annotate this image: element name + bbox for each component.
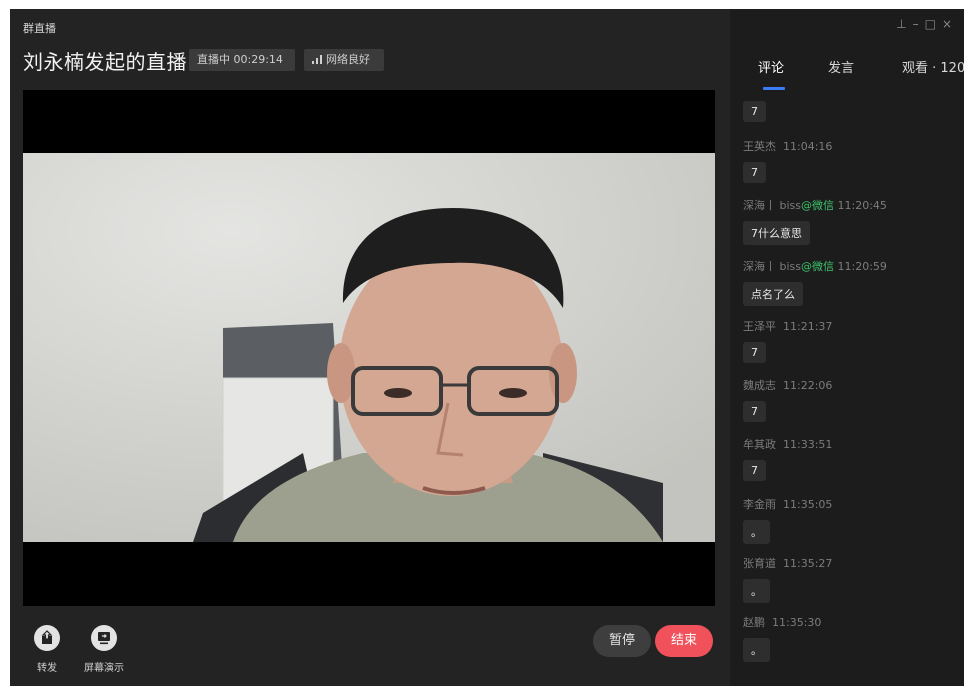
screen-share-button[interactable]: 屏幕演示 [82, 625, 126, 674]
comment-text: 7什么意思 [743, 221, 810, 245]
comment-meta: 赵鹏 11:35:30 [743, 614, 821, 630]
maximize-icon[interactable]: □ [925, 17, 942, 31]
comment-user: 张育道 [743, 557, 776, 570]
camera-feed [23, 153, 715, 542]
comment-text: 。 [743, 579, 770, 603]
comment-item: 赵鹏 11:35:30 。 [743, 614, 821, 662]
screen-share-label: 屏幕演示 [84, 663, 124, 674]
pause-button[interactable]: 暂停 [593, 625, 651, 657]
comment-user: 牟其政 [743, 438, 776, 451]
comment-user: 赵鹏 [743, 616, 765, 629]
share-label: 转发 [37, 663, 57, 674]
comment-time: 11:22:06 [783, 379, 833, 392]
share-button[interactable]: 转发 [25, 625, 69, 674]
comment-text: 点名了么 [743, 282, 803, 306]
comment-time: 11:04:16 [783, 140, 833, 153]
comment-text: 7 [743, 342, 766, 363]
comment-user: 深海丨 biss [743, 260, 801, 273]
minimize-icon[interactable]: – [913, 17, 925, 31]
comment-time: 11:20:45 [837, 199, 887, 212]
comment-time: 11:35:30 [772, 616, 822, 629]
pin-icon[interactable]: ⊥ [896, 17, 912, 31]
side-panel: ⊥–□× 评论 发言 观看 · 120 7 王英杰 11:04:16 7 深海丨… [730, 9, 964, 686]
comment-meta: 李金雨 11:35:05 [743, 496, 832, 512]
video-player[interactable] [23, 90, 715, 606]
comment-user: 李金雨 [743, 498, 776, 511]
tab-viewers[interactable]: 观看 · 120 [902, 57, 964, 76]
end-live-button[interactable]: 结束 [655, 625, 713, 657]
share-icon [34, 625, 60, 651]
comment-time: 11:35:05 [783, 498, 833, 511]
comment-item: 李金雨 11:35:05 。 [743, 496, 832, 544]
camera-feed-image [23, 153, 715, 542]
comment-source: @微信 [801, 199, 834, 212]
comment-text: 7 [743, 101, 766, 122]
comment-text: 7 [743, 460, 766, 481]
comment-item: 王泽平 11:21:37 7 [743, 318, 832, 363]
live-status-badge: 直播中 00:29:14 [189, 49, 295, 71]
live-title: 刘永楠发起的直播 [23, 50, 187, 74]
comment-user: 王泽平 [743, 320, 776, 333]
network-status-label: 网络良好 [326, 53, 370, 66]
comment-item: 牟其政 11:33:51 7 [743, 436, 832, 481]
comment-meta: 深海丨 biss@微信 11:20:59 [743, 258, 887, 274]
comment-meta: 王英杰 11:04:16 [743, 138, 832, 154]
app-title: 群直播 [23, 22, 56, 35]
window-controls: ⊥–□× [896, 17, 958, 31]
network-status-badge: 网络良好 [304, 49, 384, 71]
active-tab-indicator [763, 87, 785, 90]
comment-item: 7 [743, 101, 766, 122]
comment-user: 王英杰 [743, 140, 776, 153]
tab-speak[interactable]: 发言 [828, 57, 854, 76]
comment-meta: 王泽平 11:21:37 [743, 318, 832, 334]
comment-item: 魏成志 11:22:06 7 [743, 377, 832, 422]
comment-time: 11:33:51 [783, 438, 833, 451]
screen-share-icon [91, 625, 117, 651]
close-icon[interactable]: × [942, 17, 958, 31]
comment-meta: 魏成志 11:22:06 [743, 377, 832, 393]
comment-time: 11:20:59 [837, 260, 887, 273]
comment-text: 7 [743, 162, 766, 183]
comment-meta: 张育道 11:35:27 [743, 555, 832, 571]
comment-user: 魏成志 [743, 379, 776, 392]
comment-time: 11:21:37 [783, 320, 833, 333]
comment-source: @微信 [801, 260, 834, 273]
comment-item: 深海丨 biss@微信 11:20:45 7什么意思 [743, 197, 887, 245]
tab-comments[interactable]: 评论 [758, 57, 784, 76]
side-tabs: 评论 发言 观看 · 120 [730, 57, 964, 91]
comment-text: 。 [743, 638, 770, 662]
live-window: 群直播 刘永楠发起的直播 直播中 00:29:14 网络良好 转发 屏幕演示 暂… [10, 9, 964, 686]
main-area: 群直播 刘永楠发起的直播 直播中 00:29:14 网络良好 转发 屏幕演示 暂… [10, 9, 730, 686]
comment-text: 7 [743, 401, 766, 422]
signal-icon [312, 55, 322, 64]
comment-list[interactable]: 7 王英杰 11:04:16 7 深海丨 biss@微信 11:20:45 7什… [730, 101, 964, 686]
comment-time: 11:35:27 [783, 557, 833, 570]
comment-user: 深海丨 biss [743, 199, 801, 212]
comment-item: 王英杰 11:04:16 7 [743, 138, 832, 183]
comment-item: 深海丨 biss@微信 11:20:59 点名了么 [743, 258, 887, 306]
comment-meta: 牟其政 11:33:51 [743, 436, 832, 452]
comment-item: 张育道 11:35:27 。 [743, 555, 832, 603]
comment-text: 。 [743, 520, 770, 544]
comment-meta: 深海丨 biss@微信 11:20:45 [743, 197, 887, 213]
